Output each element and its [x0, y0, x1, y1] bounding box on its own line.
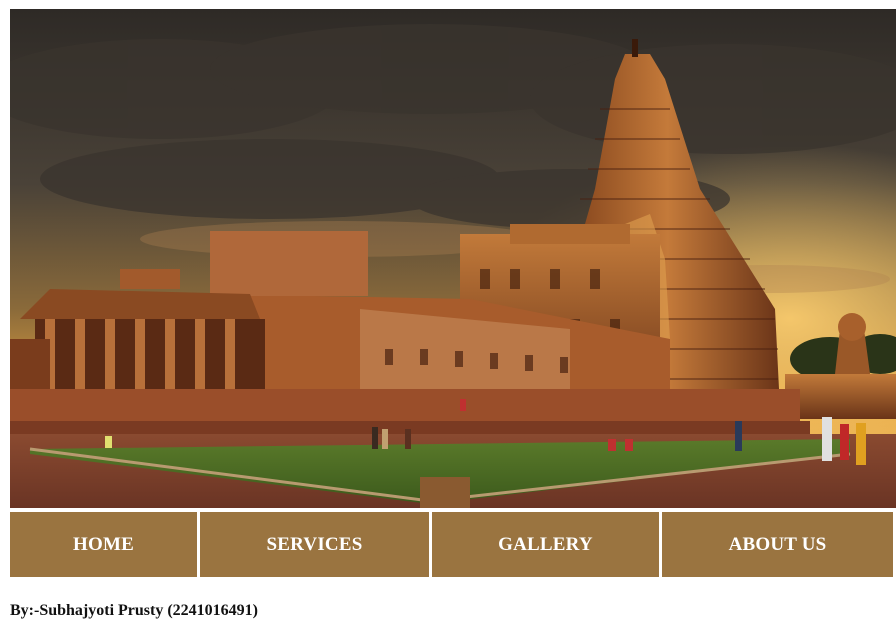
nav-gallery[interactable]: GALLERY: [432, 512, 659, 577]
nav-home[interactable]: HOME: [10, 512, 197, 577]
nav-about-us[interactable]: ABOUT US: [662, 512, 893, 577]
author-credit: By:-Subhajyoti Prusty (2241016491): [10, 602, 259, 619]
temple-sunset-illustration: [10, 9, 896, 508]
nav-services[interactable]: SERVICES: [200, 512, 429, 577]
hero-image: [10, 9, 896, 508]
main-nav: HOME SERVICES GALLERY ABOUT US: [10, 512, 896, 577]
